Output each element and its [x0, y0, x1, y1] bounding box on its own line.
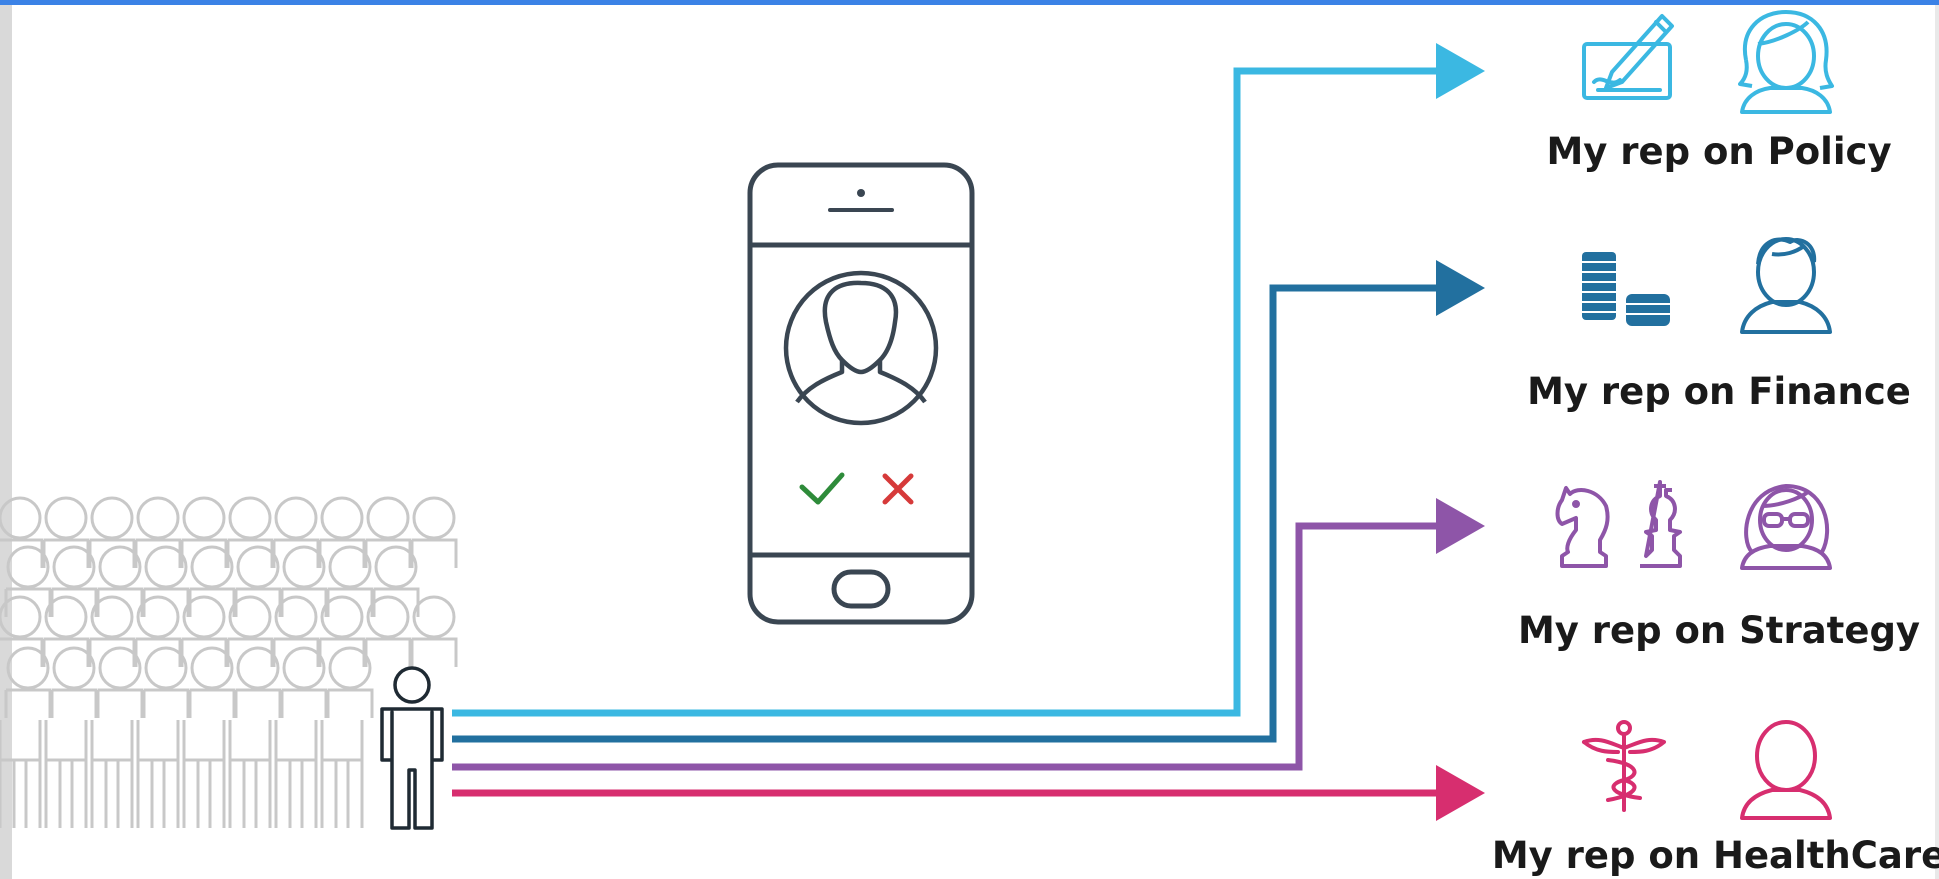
crowd-shoulders: [4, 688, 52, 718]
healthcare-arrowhead: [1436, 765, 1485, 821]
bald-man-avatar-icon: [1740, 720, 1832, 820]
crowd-legs: [44, 720, 88, 828]
man-avatar-icon: [1740, 237, 1832, 334]
crowd-shoulders: [234, 688, 282, 718]
crowd-shoulders: [88, 538, 136, 568]
crowd-shoulders: [234, 587, 282, 617]
crowd-shoulders: [0, 637, 44, 667]
strategy-arrowhead: [1436, 498, 1485, 554]
crowd-legs: [90, 720, 134, 828]
crowd-shoulders: [96, 587, 144, 617]
crowd-shoulders: [410, 637, 458, 667]
rep-label-strategy: My rep on Strategy: [1517, 609, 1921, 652]
crowd-head: [98, 646, 142, 690]
crowd-legs: [0, 720, 42, 828]
crowd-legs: [136, 720, 180, 828]
woman-glasses-avatar-icon: [1740, 484, 1832, 570]
crowd-shoulders: [180, 538, 228, 568]
crowd-shoulders: [96, 688, 144, 718]
crowd-shoulders: [0, 538, 44, 568]
crowd-head: [136, 496, 180, 540]
crowd-shoulders: [410, 538, 458, 568]
crowd-shoulders: [42, 538, 90, 568]
crowd-shoulders: [318, 637, 366, 667]
crowd-shoulders: [4, 587, 52, 617]
crowd-head: [52, 646, 96, 690]
crowd-head: [6, 646, 50, 690]
crowd-head: [228, 496, 272, 540]
smartphone-icon: [747, 162, 975, 625]
rep-label-healthcare: My rep on HealthCare: [1491, 834, 1939, 877]
crowd-head: [236, 646, 280, 690]
crowd-shoulders: [318, 538, 366, 568]
crowd-shoulders: [226, 637, 274, 667]
crowd-shoulders: [88, 637, 136, 667]
crowd-shoulders: [326, 587, 374, 617]
caduceus-icon: [1582, 720, 1666, 812]
crowd-shoulders: [142, 688, 190, 718]
crowd-head: [144, 646, 188, 690]
crowd-shoulders: [372, 587, 420, 617]
crowd-head: [282, 646, 326, 690]
crowd-head: [90, 496, 134, 540]
crowd-shoulders: [188, 587, 236, 617]
crowd-shoulders: [226, 538, 274, 568]
policy-arrowhead: [1436, 43, 1485, 99]
crowd-shoulders: [364, 538, 412, 568]
crowd-shoulders: [42, 637, 90, 667]
coin-stacks-icon: [1582, 252, 1670, 326]
crowd-head: [320, 496, 364, 540]
crowd-head: [274, 496, 318, 540]
finance-arrowhead: [1436, 260, 1485, 316]
woman-avatar-icon: [1738, 10, 1834, 114]
crowd-head: [182, 496, 226, 540]
crowd-shoulders: [272, 538, 320, 568]
crowd-head: [328, 646, 372, 690]
crowd-shoulders: [272, 637, 320, 667]
crowd-shoulders: [280, 688, 328, 718]
crowd-shoulders: [142, 587, 190, 617]
crowd-shoulders: [180, 637, 228, 667]
crowd-head: [190, 646, 234, 690]
crowd-head: [366, 496, 410, 540]
crowd-legs: [274, 720, 318, 828]
person-icon: [380, 666, 444, 830]
crowd-shoulders: [50, 688, 98, 718]
crowd-shoulders: [134, 637, 182, 667]
rep-label-policy: My rep on Policy: [1546, 130, 1892, 173]
crowd-legs: [228, 720, 272, 828]
crowd-legs: [320, 720, 364, 828]
crowd-head: [412, 496, 456, 540]
crowd-head: [0, 496, 42, 540]
crowd-shoulders: [188, 688, 236, 718]
crowd-shoulders: [280, 587, 328, 617]
crowd-legs: [182, 720, 226, 828]
rep-label-finance: My rep on Finance: [1527, 370, 1911, 413]
crowd-shoulders: [134, 538, 182, 568]
signing-pen-icon: [1582, 14, 1674, 100]
crowd-shoulders: [364, 637, 412, 667]
crowd-head: [44, 496, 88, 540]
chess-pieces-icon: [1555, 480, 1682, 568]
crowd-head: [412, 595, 456, 639]
crowd-icon: [0, 496, 458, 828]
crowd-shoulders: [326, 688, 374, 718]
crowd-shoulders: [50, 587, 98, 617]
